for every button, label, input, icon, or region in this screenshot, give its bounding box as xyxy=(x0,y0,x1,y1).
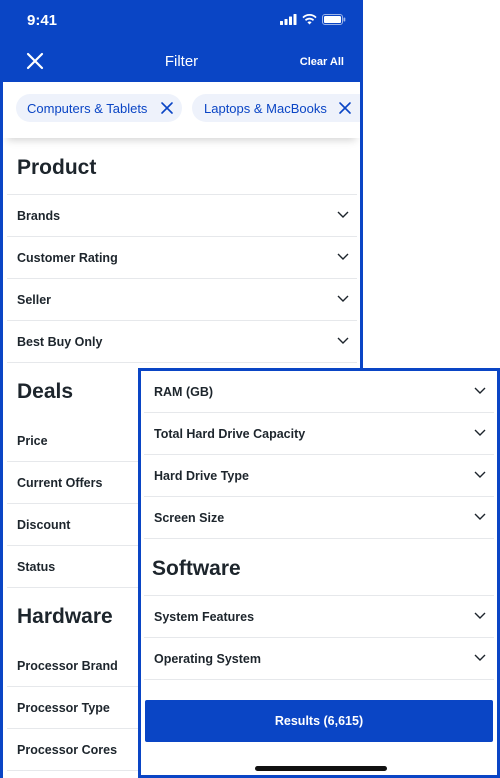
wifi-icon xyxy=(302,14,317,25)
clear-all-button[interactable]: Clear All xyxy=(300,56,344,68)
chip-label: Computers & Tablets xyxy=(27,100,148,116)
filter-row-seller[interactable]: Seller xyxy=(7,279,357,321)
chevron-down-icon xyxy=(474,471,486,478)
close-icon[interactable] xyxy=(160,101,174,115)
chip-computers-tablets[interactable]: Computers & Tablets xyxy=(16,94,182,122)
status-time: 9:41 xyxy=(27,12,58,29)
filter-row-label: RAM (GB) xyxy=(154,385,214,399)
filter-row-label: Best Buy Only xyxy=(17,335,103,349)
filter-row-label: Processor Type xyxy=(17,701,110,715)
chevron-down-icon xyxy=(337,295,349,302)
chevron-down-icon xyxy=(474,387,486,394)
section-heading-deals: Deals xyxy=(17,380,74,403)
filter-row-label: Operating System xyxy=(154,652,261,666)
active-filter-chips: Computers & Tablets Laptops & MacBooks xyxy=(3,82,360,138)
filter-row-hard-drive-type[interactable]: Hard Drive Type xyxy=(144,455,494,497)
section-heading-software: Software xyxy=(152,557,241,580)
chevron-down-icon xyxy=(337,211,349,218)
filter-row-label: Customer Rating xyxy=(17,251,118,265)
chevron-down-icon xyxy=(474,612,486,619)
filter-row-label: Hard Drive Type xyxy=(154,469,249,483)
filter-row-label: Processor Brand xyxy=(17,659,118,673)
filter-header: 9:41 Filter Clear All xyxy=(3,0,360,82)
close-icon[interactable] xyxy=(338,101,352,115)
chevron-down-icon xyxy=(474,513,486,520)
chip-label: Laptops & MacBooks xyxy=(204,100,327,116)
filter-row-label: Current Offers xyxy=(17,476,103,490)
filter-row-label: Price xyxy=(17,434,48,448)
results-button[interactable]: Results (6,615) xyxy=(145,700,493,742)
section-heading-product: Product xyxy=(17,156,97,179)
chevron-down-icon xyxy=(337,253,349,260)
filter-row-system-features[interactable]: System Features xyxy=(144,596,494,638)
filter-row-total-hard-drive-capacity[interactable]: Total Hard Drive Capacity xyxy=(144,413,494,455)
chevron-down-icon xyxy=(474,429,486,436)
filter-row-customer-rating[interactable]: Customer Rating xyxy=(7,237,357,279)
filter-row-best-buy-only[interactable]: Best Buy Only xyxy=(7,321,357,363)
filter-row-ram[interactable]: RAM (GB) xyxy=(144,371,494,413)
filter-row-screen-size[interactable]: Screen Size xyxy=(144,497,494,539)
status-icons xyxy=(280,14,346,25)
signal-icon xyxy=(280,14,297,25)
filter-panel-scrolled: RAM (GB) Total Hard Drive Capacity Hard … xyxy=(138,368,500,778)
chevron-down-icon xyxy=(337,337,349,344)
filter-row-label: Status xyxy=(17,560,56,574)
section-heading-hardware: Hardware xyxy=(17,605,113,628)
filter-row-label: Screen Size xyxy=(154,511,225,525)
filter-row-operating-system[interactable]: Operating System xyxy=(144,638,494,680)
filter-row-brands[interactable]: Brands xyxy=(7,195,357,237)
home-indicator xyxy=(255,766,387,771)
filter-row-label: Total Hard Drive Capacity xyxy=(154,427,306,441)
filter-row-label: Seller xyxy=(17,293,52,307)
filter-row-label: Discount xyxy=(17,518,71,532)
filter-row-label: Processor Cores xyxy=(17,743,118,757)
battery-icon xyxy=(322,14,346,25)
chip-laptops-macbooks[interactable]: Laptops & MacBooks xyxy=(192,94,360,122)
filter-row-label: Brands xyxy=(17,209,61,223)
filter-row-label: System Features xyxy=(154,610,255,624)
chevron-down-icon xyxy=(474,654,486,661)
